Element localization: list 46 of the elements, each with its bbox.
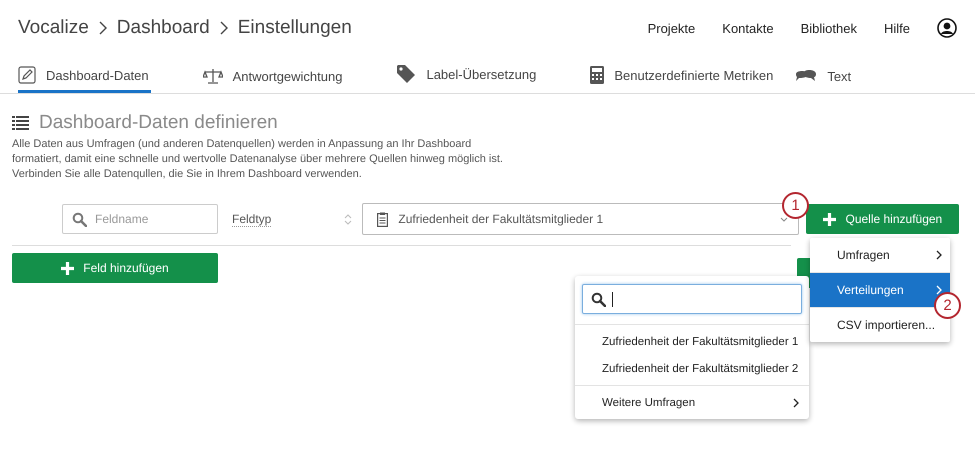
- chat-icon: [795, 68, 818, 84]
- nav-link[interactable]: Hilfe: [884, 20, 910, 36]
- pencil-icon: [18, 66, 36, 84]
- tab[interactable]: Dashboard-Daten: [18, 66, 151, 93]
- list-icon: [12, 116, 29, 130]
- menu-item-label: Weitere Umfragen: [602, 396, 696, 408]
- plus-icon: [823, 212, 836, 226]
- nav-link[interactable]: Projekte: [648, 20, 696, 36]
- plus-icon: [61, 262, 74, 274]
- add-field-button[interactable]: Feld hinzufügen: [12, 253, 218, 283]
- chevron-down-icon: [780, 216, 788, 222]
- tab[interactable]: Label-Übersetzung: [396, 64, 538, 93]
- description-text: Verbinden Sie alle Datenqullen, die Sie in Ihrem Dashboard verwenden.: [12, 167, 363, 182]
- tab[interactable]: Benutzerdefinierte Metriken: [590, 66, 776, 93]
- search-field[interactable]: [582, 284, 802, 314]
- user-avatar-icon[interactable]: [937, 18, 957, 38]
- menu-item[interactable]: Zufriedenheit der Fakultätsmitglieder 1: [575, 328, 809, 355]
- breadcrumb-link[interactable]: Vocalize: [18, 17, 89, 39]
- chevron-right-icon: [793, 398, 799, 408]
- scale-icon: [202, 68, 223, 84]
- section-title: Dashboard-Daten definieren: [39, 112, 278, 134]
- tab[interactable]: Antwortgewichtung: [202, 68, 344, 93]
- chevron-right-icon: [98, 21, 107, 35]
- nav-link[interactable]: Bibliothek: [800, 20, 857, 36]
- chevron-right-icon: [936, 250, 942, 260]
- chevron-right-icon: [220, 21, 228, 35]
- search-field[interactable]: Feldname: [62, 204, 218, 234]
- clipboard-icon: [377, 212, 388, 226]
- breadcrumb-link[interactable]: Einstellungen: [238, 17, 352, 39]
- menu-item[interactable]: Zufriedenheit der Fakultätsmitglieder 2: [575, 355, 809, 382]
- add-source-button[interactable]: Quelle hinzufügen: [806, 204, 960, 234]
- callout-number: 2: [934, 292, 961, 319]
- nav-link[interactable]: Kontakte: [722, 20, 774, 36]
- search-icon: [591, 292, 606, 306]
- calculator-icon: [590, 66, 604, 84]
- sort-arrows-icon: [344, 212, 352, 226]
- description-text: formatiert, damit eine schnelle und wertvolle Datenanalyse über mehrere Quellen hinweg möglich ist.: [12, 152, 504, 167]
- breadcrumb-link[interactable]: Dashboard: [116, 17, 210, 39]
- callout-number: 1: [782, 192, 809, 219]
- tag-icon: [396, 64, 416, 84]
- search-icon: [72, 212, 87, 227]
- description-text: Alle Daten aus Umfragen (und anderen Datenquellen) werden in Anpassung an Ihr Dashboard: [12, 137, 472, 152]
- tab[interactable]: Text: [795, 68, 854, 93]
- field-type-label[interactable]: Feldtyp: [232, 212, 272, 226]
- chevron-right-icon: [936, 285, 942, 295]
- submenu-item[interactable]: Weitere Umfragen: [575, 389, 809, 416]
